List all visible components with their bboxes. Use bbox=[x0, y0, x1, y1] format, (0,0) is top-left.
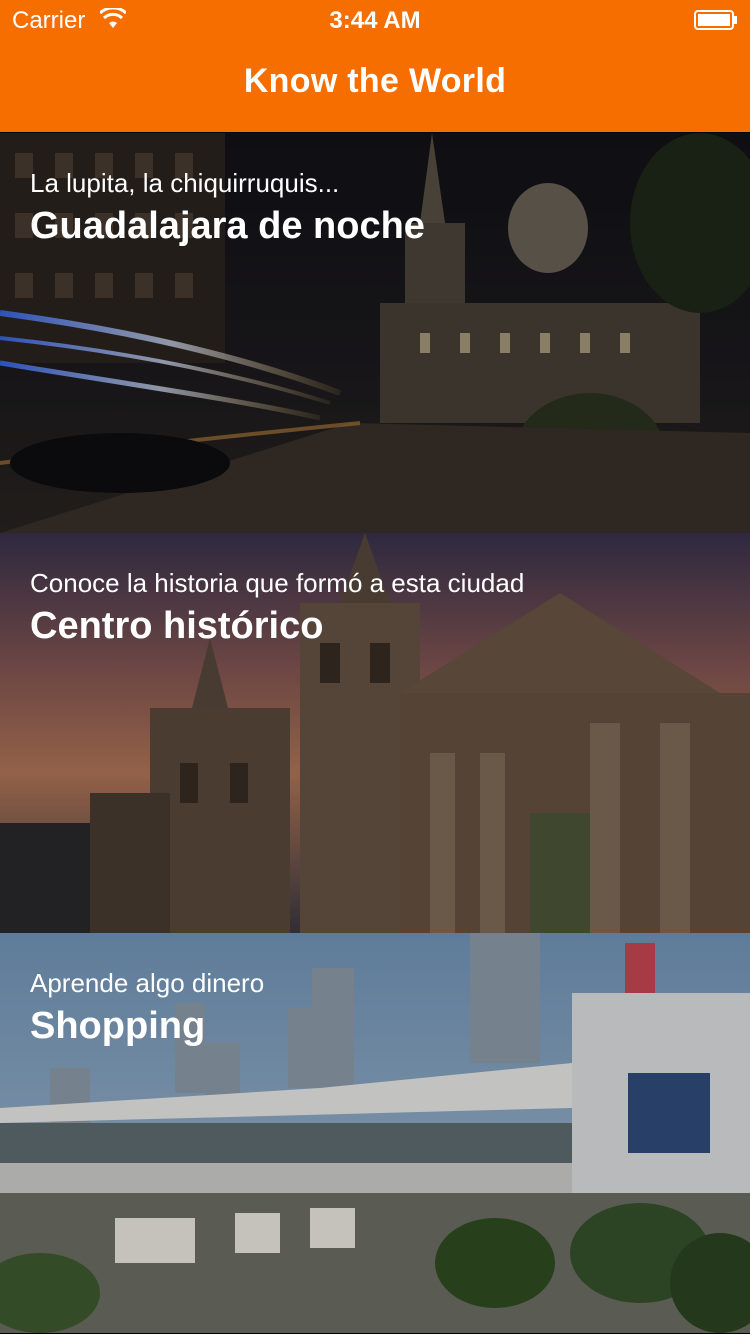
card-subtitle: Conoce la historia que formó a esta ciud… bbox=[30, 568, 525, 598]
clock: 3:44 AM bbox=[329, 7, 421, 34]
card-title: Shopping bbox=[30, 1005, 206, 1047]
nav-title: Know the World bbox=[243, 62, 507, 100]
battery-icon bbox=[694, 10, 737, 30]
card-subtitle: La lupita, la chiquirruquis... bbox=[30, 168, 340, 198]
navigation-bar: Know the World bbox=[0, 40, 750, 132]
card-subtitle: Aprende algo dinero bbox=[30, 968, 265, 998]
card-title: Centro histórico bbox=[30, 605, 324, 647]
status-bar: Carrier 3:44 AM bbox=[0, 0, 750, 40]
card-centro-historico[interactable]: Conoce la historia que formó a esta ciud… bbox=[0, 533, 750, 933]
card-shopping[interactable]: Aprende algo dinero Shopping bbox=[0, 933, 750, 1333]
card-title: Guadalajara de noche bbox=[30, 205, 425, 247]
card-guadalajara-de-noche[interactable]: La lupita, la chiquirruquis... Guadalaja… bbox=[0, 133, 750, 533]
